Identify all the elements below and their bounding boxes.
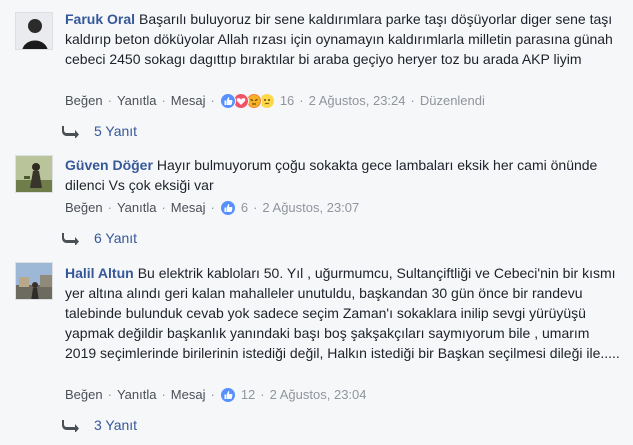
avatar[interactable] [15, 12, 53, 50]
separator: · [410, 93, 415, 108]
separator: · [107, 200, 112, 215]
reply-arrow-icon [62, 233, 79, 245]
comment-actions: Beğen · Yanıtla · Mesaj · 16 · 2 Ağustos… [65, 92, 485, 110]
comment-actions: Beğen · Yanıtla · Mesaj · 6 · 2 Ağustos,… [65, 199, 359, 217]
separator: · [299, 93, 304, 108]
message-button[interactable]: Mesaj [171, 386, 206, 404]
reply-arrow-icon [62, 420, 79, 432]
like-icon [219, 93, 236, 109]
avatar[interactable] [15, 155, 53, 193]
reaction-count[interactable]: 16 [280, 92, 294, 110]
separator: · [107, 93, 112, 108]
reaction-count[interactable]: 12 [241, 386, 255, 404]
like-button[interactable]: Beğen [65, 199, 103, 217]
separator: · [161, 200, 166, 215]
reply-button[interactable]: Yanıtla [117, 199, 157, 217]
timestamp[interactable]: 2 Ağustos, 23:24 [309, 92, 406, 110]
replies-count-label[interactable]: 5 Yanıt [94, 122, 137, 140]
comment-body: Faruk Oral Başarılı buluyoruz bir sene ka… [65, 9, 620, 69]
like-button[interactable]: Beğen [65, 92, 103, 110]
replies-count-label[interactable]: 6 Yanıt [94, 229, 137, 247]
reactions-summary[interactable] [219, 387, 236, 403]
reply-button[interactable]: Yanıtla [117, 92, 157, 110]
comment-body: Güven Döğer Hayır bulmuyorum çoğu sokakta… [65, 155, 620, 195]
separator: · [260, 387, 265, 402]
like-icon [219, 200, 236, 216]
like-button[interactable]: Beğen [65, 386, 103, 404]
separator: · [210, 387, 215, 402]
timestamp[interactable]: 2 Ağustos, 23:07 [262, 199, 359, 217]
timestamp[interactable]: 2 Ağustos, 23:04 [270, 386, 367, 404]
comment-body: Halil Altun Bu elektrik kabloları 50. Yıl… [65, 263, 620, 363]
view-replies-link[interactable]: 5 Yanıt [62, 122, 137, 140]
comment-text: Bu elektrik kabloları 50. Yıl , uğurmumc… [65, 265, 620, 361]
like-icon [219, 387, 236, 403]
author-name[interactable]: Halil Altun [65, 265, 134, 281]
author-name[interactable]: Faruk Oral [65, 11, 135, 27]
message-button[interactable]: Mesaj [171, 92, 206, 110]
view-replies-link[interactable]: 6 Yanıt [62, 229, 137, 247]
reaction-count[interactable]: 6 [241, 199, 248, 217]
message-button[interactable]: Mesaj [171, 199, 206, 217]
separator: · [210, 93, 215, 108]
comment-actions: Beğen · Yanıtla · Mesaj · 12 · 2 Ağustos… [65, 386, 367, 404]
separator: · [161, 387, 166, 402]
separator: · [210, 200, 215, 215]
comment-text: Başarılı buluyoruz bir sene kaldırımlara… [65, 11, 613, 67]
author-name[interactable]: Güven Döğer [65, 157, 153, 173]
separator: · [161, 93, 166, 108]
avatar[interactable] [15, 262, 53, 300]
reactions-summary[interactable] [219, 200, 236, 216]
reactions-summary[interactable] [219, 93, 275, 109]
view-replies-link[interactable]: 3 Yanıt [62, 416, 137, 434]
replies-count-label[interactable]: 3 Yanıt [94, 416, 137, 434]
edited-label[interactable]: Düzenlendi [420, 92, 485, 110]
reply-arrow-icon [62, 126, 79, 138]
reply-button[interactable]: Yanıtla [117, 386, 157, 404]
separator: · [253, 200, 258, 215]
separator: · [107, 387, 112, 402]
